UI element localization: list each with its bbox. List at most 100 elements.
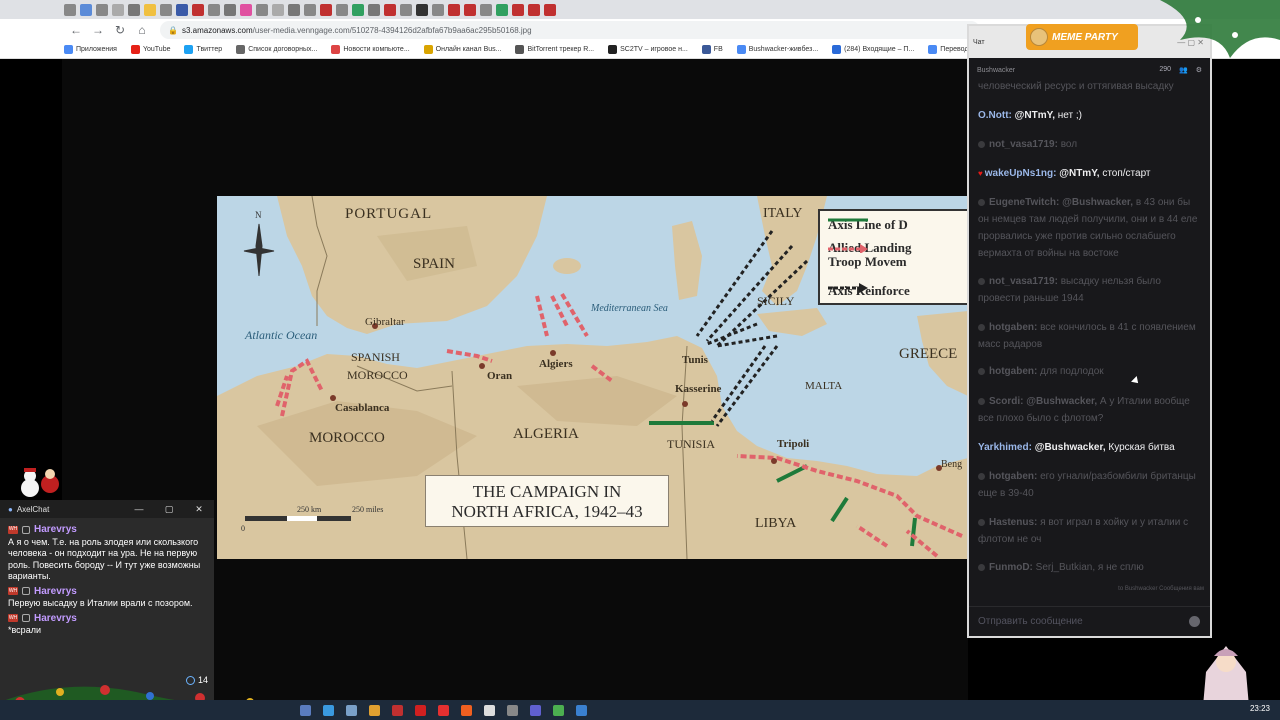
taskbar-clock[interactable]: 23:23 [1250, 704, 1270, 713]
tab-favicon[interactable] [336, 3, 348, 16]
forward-arrow-icon[interactable]: → [88, 20, 108, 40]
chat-username[interactable]: not_vasa1719: [989, 276, 1061, 287]
label-morocco: MOROCCO [309, 430, 385, 446]
chat-username[interactable]: not_vasa1719: [989, 139, 1061, 150]
chat-username[interactable]: EugeneTwitch: [989, 197, 1062, 208]
chat-message-text: человеческий ресурс и оттягивая высадку [978, 81, 1174, 92]
close-button[interactable]: ✕ [184, 504, 214, 515]
taskbar-app-icon[interactable] [323, 704, 334, 716]
maximize-button[interactable]: ▢ [154, 504, 184, 515]
bookmark-translate[interactable]: Перевод [928, 45, 968, 54]
bookmark-bushwacker[interactable]: Bushwacker-живбез... [736, 45, 818, 54]
bookmark-online-channel[interactable]: Онлайн канал Bus... [423, 45, 501, 54]
tab-favicon[interactable] [448, 3, 460, 16]
message-text: *всрали [8, 625, 41, 635]
tab-favicon[interactable] [96, 3, 108, 16]
chat-message-text: нет ;) [1057, 110, 1082, 121]
home-icon[interactable]: ⌂ [132, 20, 152, 40]
bookmark-twitter[interactable]: Твиттер [184, 45, 222, 54]
chat-username[interactable]: Scordi: [989, 396, 1026, 407]
tab-favicon[interactable] [256, 3, 268, 16]
taskbar-app-icon[interactable] [300, 704, 311, 716]
taskbar-app-icon[interactable] [484, 704, 495, 716]
user-badge-icon [978, 472, 985, 480]
tab-favicon[interactable] [64, 3, 76, 16]
chat-message-text: Serj_Butkian, я не сплю [1035, 562, 1144, 573]
back-arrow-icon[interactable]: ← [66, 20, 86, 40]
sc2tv-icon [608, 45, 618, 54]
chat-message: O.Nott: @NTmY, нет ;) [978, 107, 1203, 124]
news-icon [331, 45, 341, 54]
tab-favicon[interactable] [544, 3, 556, 16]
firefox-icon[interactable] [461, 704, 472, 716]
emote-picker-icon[interactable] [1189, 616, 1200, 627]
users-icon[interactable]: 👥 [1179, 66, 1188, 74]
chat-message: not_vasa1719: вол [978, 136, 1203, 153]
tab-favicon[interactable] [496, 3, 508, 16]
chat-username[interactable]: hotgaben: [989, 471, 1040, 482]
tab-favicon[interactable] [432, 3, 444, 16]
tab-favicon[interactable] [80, 3, 92, 16]
chat-username[interactable]: Hastenus: [989, 517, 1040, 528]
bookmark-torrent[interactable]: BitTorrent трекер R... [515, 45, 594, 54]
chat-username[interactable]: hotgaben: [989, 366, 1040, 377]
tab-favicon[interactable] [512, 3, 524, 16]
obs-icon[interactable] [507, 704, 518, 716]
tab-favicon[interactable] [192, 3, 204, 16]
chat-username[interactable]: O.Nott: [978, 110, 1015, 121]
tab-favicon[interactable] [528, 3, 540, 16]
yandex-icon[interactable] [438, 704, 449, 716]
label-tunisia: TUNISIA [667, 437, 715, 451]
legend-axis-line: Axis Line of D [828, 217, 908, 232]
tab-favicon[interactable] [400, 3, 412, 16]
tab-favicon[interactable] [128, 3, 140, 16]
opera-icon[interactable] [415, 704, 426, 716]
chat-mention: @NTmY, [1014, 110, 1058, 121]
tab-favicon[interactable] [288, 3, 300, 16]
tab-favicon[interactable] [384, 3, 396, 16]
tab-favicon[interactable] [320, 3, 332, 16]
address-bar[interactable]: 🔒 s3.amazonaws.com /user-media.venngage.… [160, 21, 980, 39]
chat-footer-links[interactable]: to Bushwacker Сообщения вам [969, 586, 1204, 592]
tab-favicon[interactable] [224, 3, 236, 16]
browser-tab-strip[interactable] [0, 0, 1280, 19]
folder-icon[interactable] [369, 704, 380, 716]
bookmark-sc2tv[interactable]: SC2TV – игровое н... [608, 45, 688, 54]
reload-icon[interactable]: ↻ [110, 20, 130, 40]
tab-favicon[interactable] [176, 3, 188, 16]
tab-favicon[interactable] [160, 3, 172, 16]
chat-username[interactable]: wakeUpNs1ng: [985, 168, 1059, 179]
bookmark-apps[interactable]: Приложения [64, 45, 117, 54]
taskbar-app-icon[interactable] [530, 704, 541, 716]
chat-message: hotgaben: для подлодок [978, 363, 1203, 380]
axis-reinf-swatch [828, 283, 868, 293]
axelchat-title: AxelChat [16, 504, 50, 514]
chat-username[interactable]: FunmoD: [989, 562, 1036, 573]
tab-favicon[interactable] [272, 3, 284, 16]
tab-favicon[interactable] [368, 3, 380, 16]
bookmark-youtube[interactable]: YouTube [130, 45, 170, 54]
tab-favicon[interactable] [352, 3, 364, 16]
bookmark-news[interactable]: Новости компьюте... [331, 45, 410, 54]
chat-username[interactable]: hotgaben: [989, 322, 1040, 333]
media-player-icon[interactable] [392, 704, 403, 716]
gear-icon[interactable]: ⚙ [1196, 66, 1202, 74]
bookmark-inbox[interactable]: (284) Входящие – П... [832, 45, 914, 54]
tab-favicon[interactable] [144, 3, 156, 16]
tab-favicon[interactable] [464, 3, 476, 16]
taskbar-app-icon[interactable] [346, 704, 357, 716]
tab-favicon[interactable] [240, 3, 252, 16]
chat-input[interactable]: Отправить сообщение [969, 606, 1210, 636]
tab-favicon[interactable] [112, 3, 124, 16]
tab-favicon[interactable] [480, 3, 492, 16]
label-spanish-morocco-2: MOROCCO [347, 368, 408, 382]
tab-favicon[interactable] [304, 3, 316, 16]
bookmark-facebook[interactable]: FB [701, 45, 723, 54]
taskbar-app-icon[interactable] [576, 704, 587, 716]
chat-username[interactable]: Yarkhimed: [978, 442, 1035, 453]
chrome-icon[interactable] [553, 704, 564, 716]
minimize-button[interactable]: — [124, 504, 154, 515]
tab-favicon[interactable] [416, 3, 428, 16]
tab-favicon[interactable] [208, 3, 220, 16]
bookmark-list[interactable]: Список договорных... [236, 45, 317, 54]
